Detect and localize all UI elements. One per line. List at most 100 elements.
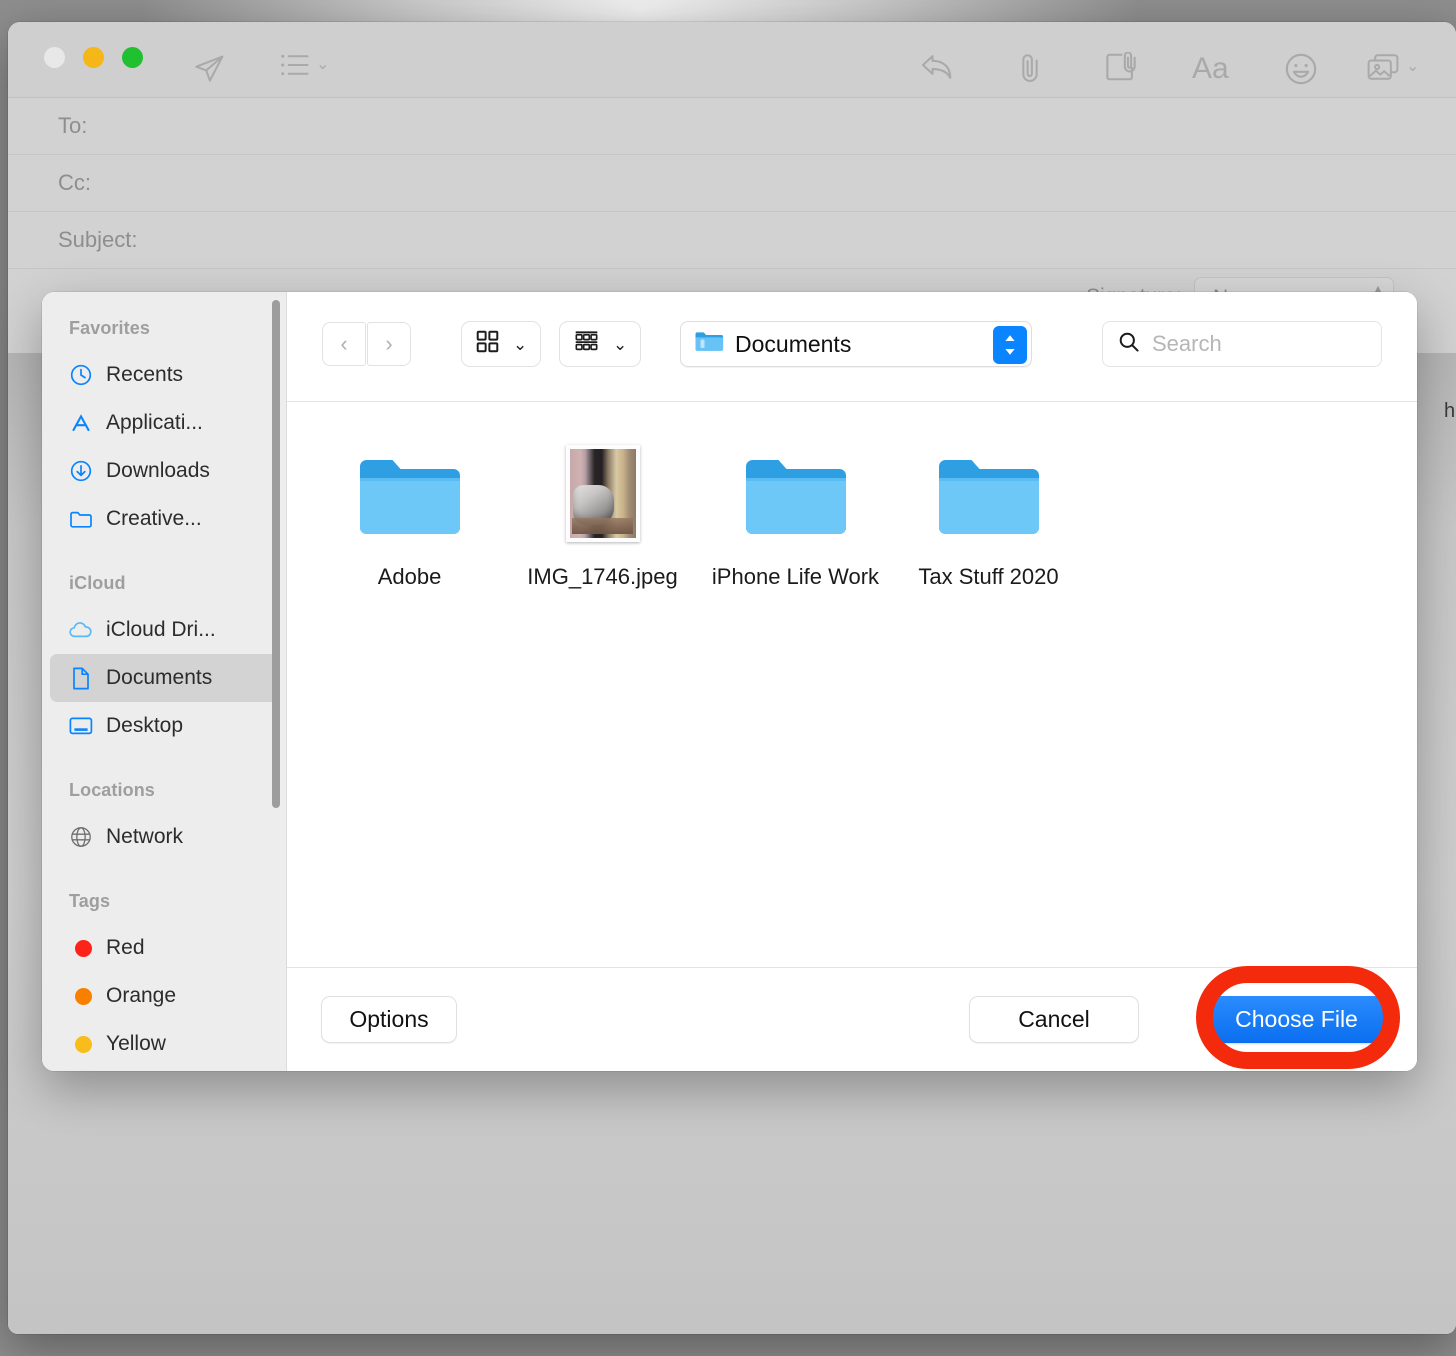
group-view-icon (573, 329, 600, 359)
tag-dot-yellow-icon (68, 1031, 94, 1057)
options-button[interactable]: Options (321, 996, 457, 1043)
grid-view-icon (475, 329, 500, 359)
sidebar-item-applications[interactable]: Applicati... (50, 399, 278, 447)
tag-dot-red-icon (68, 935, 94, 961)
back-button[interactable]: ‹ (322, 322, 366, 366)
dialog-sidebar: Favorites Recents Applicati... (42, 292, 287, 1071)
sidebar-item-label: Network (106, 825, 183, 849)
minimize-button[interactable] (83, 47, 104, 68)
cloud-icon (68, 617, 94, 643)
sidebar-item-label: Documents (106, 666, 212, 690)
attach-icon[interactable] (1016, 52, 1044, 84)
file-item[interactable]: iPhone Life Work (699, 438, 892, 590)
subject-field-row[interactable]: Subject: (8, 212, 1456, 269)
dialog-content-pane: ‹ › ⌄ (287, 292, 1417, 1071)
search-placeholder: Search (1152, 331, 1222, 357)
applications-icon (68, 410, 94, 436)
mail-toolbar: ⌄ Aa (8, 22, 1456, 98)
choose-file-button[interactable]: Choose File (1209, 996, 1384, 1043)
file-chooser-dialog: Favorites Recents Applicati... (42, 292, 1417, 1071)
group-by-button[interactable]: ⌄ (559, 321, 641, 367)
tag-dot-orange-icon (68, 983, 94, 1009)
sidebar-item-creative[interactable]: Creative... (50, 495, 278, 543)
file-item[interactable]: IMG_1746.jpeg (506, 438, 699, 590)
forward-button[interactable]: › (367, 322, 411, 366)
sidebar-item-label: Desktop (106, 714, 183, 738)
sidebar-scrollbar[interactable] (272, 300, 280, 808)
close-button[interactable] (44, 47, 65, 68)
file-grid: Adobe IMG_1746.jpeg (287, 438, 1417, 590)
sidebar-item-label: Applicati... (106, 411, 203, 435)
sidebar-group-title-favorites: Favorites (42, 318, 286, 339)
downloads-icon (68, 458, 94, 484)
zoom-button[interactable] (122, 47, 143, 68)
cc-field-row[interactable]: Cc: (8, 155, 1456, 212)
reply-icon[interactable] (920, 52, 956, 82)
clock-icon (68, 362, 94, 388)
file-name: Tax Stuff 2020 (918, 564, 1058, 590)
emoji-icon[interactable] (1284, 52, 1318, 86)
path-popup-button[interactable]: Documents (680, 321, 1032, 367)
desktop-icon (68, 713, 94, 739)
path-stepper-icon[interactable] (993, 326, 1027, 364)
sidebar-group-title-icloud: iCloud (42, 573, 286, 594)
file-name: iPhone Life Work (712, 564, 879, 590)
to-field-row[interactable]: To: (8, 98, 1456, 155)
chevron-left-icon: ‹ (340, 331, 347, 357)
search-input[interactable]: Search (1102, 321, 1382, 367)
document-icon (68, 665, 94, 691)
search-icon (1117, 330, 1141, 359)
folder-icon (937, 438, 1041, 542)
file-item[interactable]: Adobe (313, 438, 506, 590)
sidebar-item-recents[interactable]: Recents (50, 351, 278, 399)
group-by-chevron-down-icon[interactable]: ⌄ (613, 336, 627, 353)
photo-browser-icon[interactable]: ⌄ (1366, 52, 1419, 82)
format-label: Aa (1192, 52, 1229, 86)
sidebar-item-downloads[interactable]: Downloads (50, 447, 278, 495)
sidebar-item-documents[interactable]: Documents (50, 654, 278, 702)
path-label: Documents (735, 331, 851, 358)
sidebar-item-tag-orange[interactable]: Orange (50, 972, 278, 1020)
sidebar-item-label: Orange (106, 984, 176, 1008)
image-thumbnail (566, 438, 640, 542)
window-traffic-lights (44, 47, 143, 68)
folder-icon (744, 438, 848, 542)
view-mode-chevron-down-icon[interactable]: ⌄ (513, 336, 527, 353)
sidebar-item-label: Yellow (106, 1032, 166, 1056)
markup-icon[interactable] (1104, 52, 1138, 82)
sidebar-item-label: iCloud Dri... (106, 618, 216, 642)
header-fields-icon[interactable]: ⌄ (280, 52, 329, 78)
send-icon[interactable] (192, 52, 226, 86)
folder-icon (68, 506, 94, 532)
sidebar-item-label: Creative... (106, 507, 202, 531)
sidebar-item-desktop[interactable]: Desktop (50, 702, 278, 750)
folder-icon (358, 438, 462, 542)
file-browser-area[interactable]: Adobe IMG_1746.jpeg (287, 402, 1417, 967)
globe-icon (68, 824, 94, 850)
photo-browser-chevron-down-icon[interactable]: ⌄ (1406, 59, 1419, 75)
file-name: Adobe (378, 564, 442, 590)
cc-label: Cc: (58, 170, 91, 196)
view-mode-button[interactable]: ⌄ (461, 321, 541, 367)
sidebar-item-tag-green[interactable]: Green (50, 1068, 278, 1071)
chevron-right-icon: › (385, 331, 392, 357)
file-item[interactable]: Tax Stuff 2020 (892, 438, 1085, 590)
sidebar-item-icloud-drive[interactable]: iCloud Dri... (50, 606, 278, 654)
sidebar-group-title-tags: Tags (42, 891, 286, 912)
file-name: IMG_1746.jpeg (527, 564, 677, 590)
format-icon[interactable]: Aa (1192, 52, 1229, 86)
obscured-edge-text: h (1444, 400, 1454, 423)
sidebar-item-label: Downloads (106, 459, 210, 483)
sidebar-group-title-locations: Locations (42, 780, 286, 801)
dialog-toolbar: ‹ › ⌄ (287, 292, 1417, 402)
sidebar-item-network[interactable]: Network (50, 813, 278, 861)
sidebar-item-label: Recents (106, 363, 183, 387)
cancel-button[interactable]: Cancel (969, 996, 1139, 1043)
sidebar-item-tag-yellow[interactable]: Yellow (50, 1020, 278, 1068)
folder-icon (694, 329, 724, 359)
header-fields-chevron-down-icon[interactable]: ⌄ (316, 57, 329, 73)
to-label: To: (58, 113, 87, 139)
sidebar-item-label: Red (106, 936, 145, 960)
sidebar-item-tag-red[interactable]: Red (50, 924, 278, 972)
subject-label: Subject: (58, 227, 138, 253)
